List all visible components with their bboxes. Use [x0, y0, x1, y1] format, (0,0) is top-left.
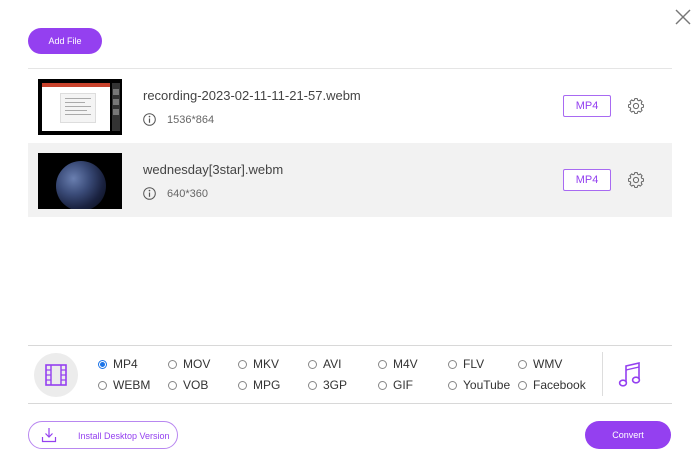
radio-button[interactable]: [98, 359, 107, 369]
format-option-wmv[interactable]: WMV: [518, 357, 562, 371]
radio-button[interactable]: [238, 359, 247, 369]
file-name: wednesday[3star].webm: [143, 162, 284, 177]
audio-format-tab[interactable]: [617, 360, 643, 390]
convert-button[interactable]: Convert: [585, 421, 671, 449]
file-name: recording-2023-02-11-11-21-57.webm: [143, 88, 361, 103]
radio-button[interactable]: [168, 359, 177, 369]
install-label: Install Desktop Version: [78, 431, 170, 441]
radio-button[interactable]: [378, 380, 387, 390]
divider: [28, 345, 672, 346]
radio-button[interactable]: [168, 380, 177, 390]
format-option-vob[interactable]: VOB: [168, 378, 208, 392]
radio-button[interactable]: [448, 359, 457, 369]
format-option-mp4[interactable]: MP4: [98, 357, 138, 371]
video-thumbnail: [38, 153, 122, 209]
radio-button[interactable]: [238, 380, 247, 390]
file-row: recording-2023-02-11-11-21-57.webm 1536*…: [28, 69, 672, 143]
radio-button[interactable]: [308, 380, 317, 390]
format-option-webm[interactable]: WEBM: [98, 378, 150, 392]
gear-icon[interactable]: [627, 97, 645, 115]
info-icon[interactable]: [143, 113, 156, 126]
format-option-mkv[interactable]: MKV: [238, 357, 279, 371]
radio-button[interactable]: [518, 359, 527, 369]
format-option-gif[interactable]: GIF: [378, 378, 413, 392]
format-option-m4v[interactable]: M4V: [378, 357, 418, 371]
radio-button[interactable]: [448, 380, 457, 390]
file-resolution: 640*360: [167, 188, 208, 200]
video-thumbnail: [38, 79, 122, 135]
file-resolution: 1536*864: [167, 114, 215, 126]
divider: [28, 403, 672, 404]
video-format-tab[interactable]: [34, 353, 78, 397]
format-option-flv[interactable]: FLV: [448, 357, 484, 371]
format-option-mov[interactable]: MOV: [168, 357, 210, 371]
add-file-button[interactable]: Add File: [28, 28, 102, 54]
close-button[interactable]: [674, 8, 692, 26]
install-desktop-version-button[interactable]: Install Desktop Version: [28, 421, 178, 449]
film-icon: [45, 364, 67, 386]
gear-icon[interactable]: [627, 171, 645, 189]
info-icon[interactable]: [143, 187, 156, 200]
radio-button[interactable]: [518, 380, 527, 390]
file-row: wednesday[3star].webm 640*360 MP4: [28, 143, 672, 217]
format-option-mpg[interactable]: MPG: [238, 378, 280, 392]
output-format-button[interactable]: MP4: [563, 169, 611, 191]
radio-button[interactable]: [98, 380, 107, 390]
output-format-button[interactable]: MP4: [563, 95, 611, 117]
music-note-icon: [618, 361, 641, 387]
format-option-youtube[interactable]: YouTube: [448, 378, 510, 392]
divider: [602, 352, 603, 396]
radio-button[interactable]: [378, 359, 387, 369]
close-icon: [675, 9, 691, 25]
format-option-3gp[interactable]: 3GP: [308, 378, 347, 392]
format-option-facebook[interactable]: Facebook: [518, 378, 586, 392]
download-icon: [41, 428, 57, 443]
format-option-avi[interactable]: AVI: [308, 357, 341, 371]
radio-button[interactable]: [308, 359, 317, 369]
